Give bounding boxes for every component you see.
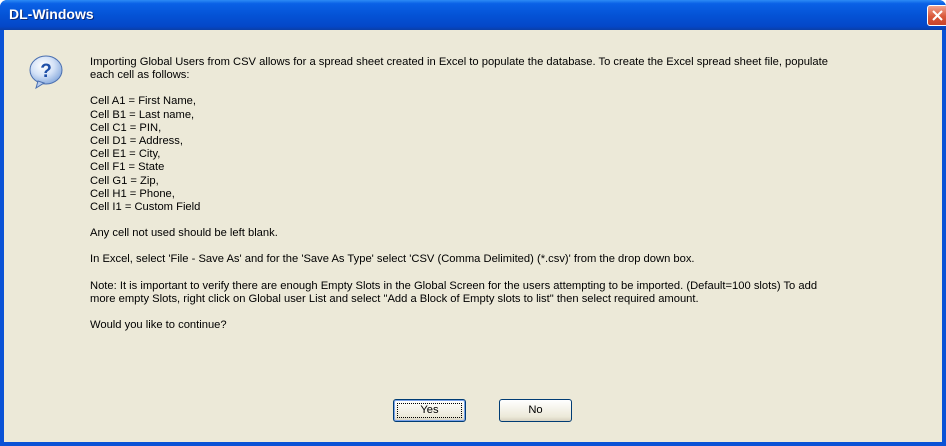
no-button[interactable]: No — [499, 399, 572, 422]
dialog-body: ? Importing Global Users from CSV allows… — [4, 30, 942, 442]
cell-line: Cell C1 = PIN, — [90, 121, 162, 134]
close-icon — [932, 10, 943, 21]
dialog-window: DL-Windows ? Importing Global Users from… — [0, 0, 946, 446]
yes-button-label: Yes — [420, 404, 439, 416]
intro-line-1: Importing Global Users from CSV allows f… — [90, 56, 828, 68]
excel-note: In Excel, select 'File - Save As' and fo… — [90, 253, 695, 266]
intro-line-2: each cell as follows: — [90, 69, 190, 82]
cell-line: Cell E1 = City, — [90, 148, 161, 161]
slots-note-line-1: Note: It is important to verify there ar… — [90, 279, 818, 292]
cell-line: Cell H1 = Phone, — [90, 187, 175, 200]
svg-text:?: ? — [40, 61, 52, 82]
close-button[interactable] — [927, 5, 946, 26]
cell-line: Cell B1 = Last name, — [90, 108, 195, 121]
window-title: DL-Windows — [9, 6, 94, 22]
cell-line: Cell D1 = Address, — [90, 135, 183, 148]
cell-line: Cell A1 = First Name, — [90, 95, 197, 108]
blank-note: Any cell not used should be left blank. — [90, 227, 278, 240]
cell-line: Cell F1 = State — [90, 161, 165, 174]
slots-note-line-2: more empty Slots, right click on Global … — [90, 292, 699, 305]
question-text: Would you like to continue? — [90, 319, 227, 332]
no-button-label: No — [528, 404, 543, 416]
question-icon: ? — [29, 55, 63, 90]
cell-line: Cell I1 = Custom Field — [90, 201, 201, 214]
title-bar[interactable]: DL-Windows — [0, 0, 946, 30]
cell-line: Cell G1 = Zip, — [90, 174, 159, 187]
message-text: Importing Global Users from CSV allows f… — [90, 56, 942, 332]
yes-button[interactable]: Yes — [393, 399, 466, 422]
